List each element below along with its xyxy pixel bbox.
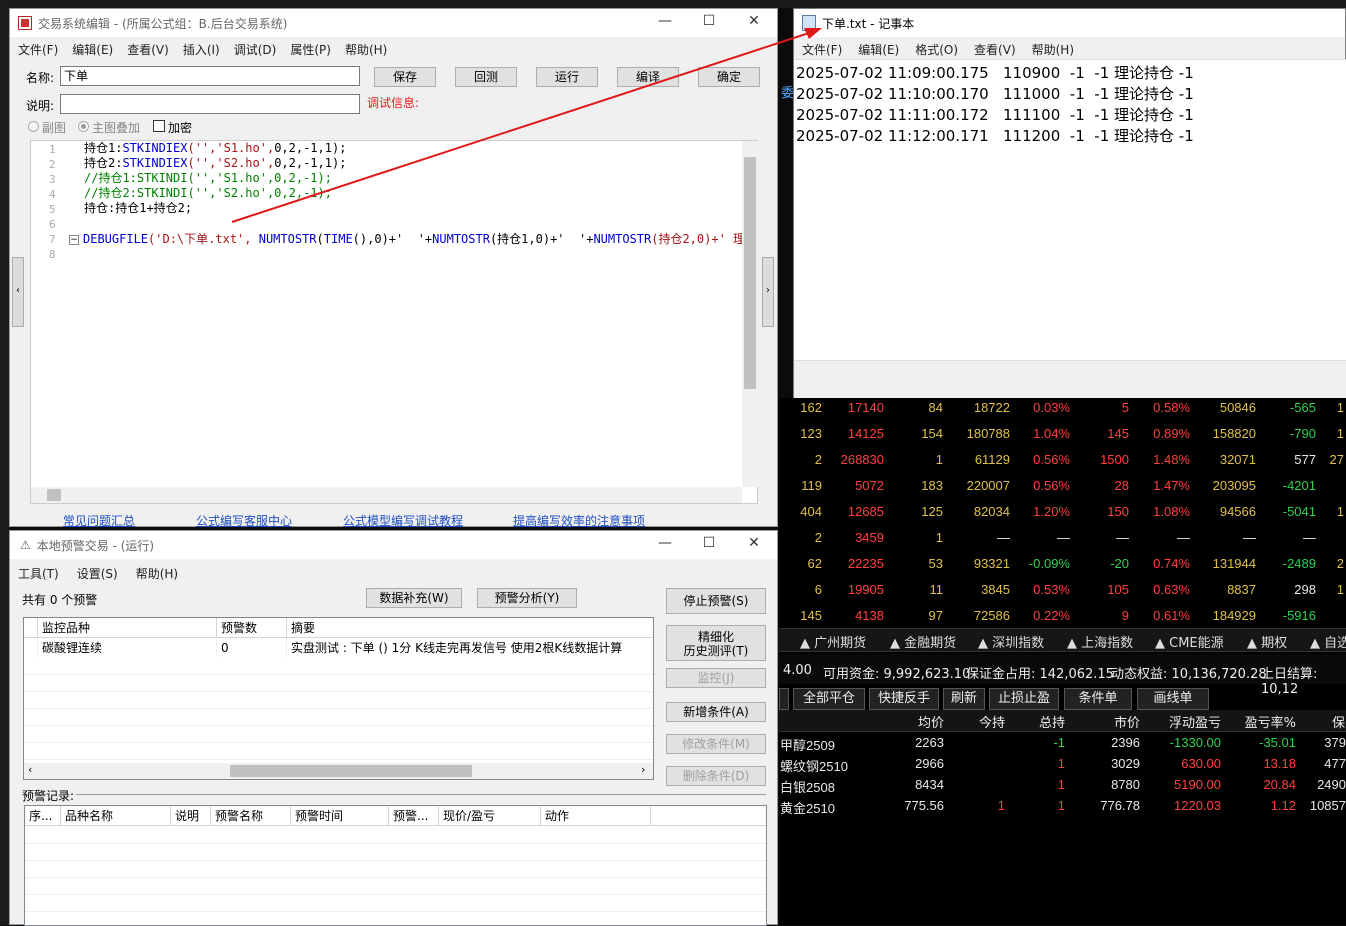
annotation-arrow — [231, 28, 822, 223]
